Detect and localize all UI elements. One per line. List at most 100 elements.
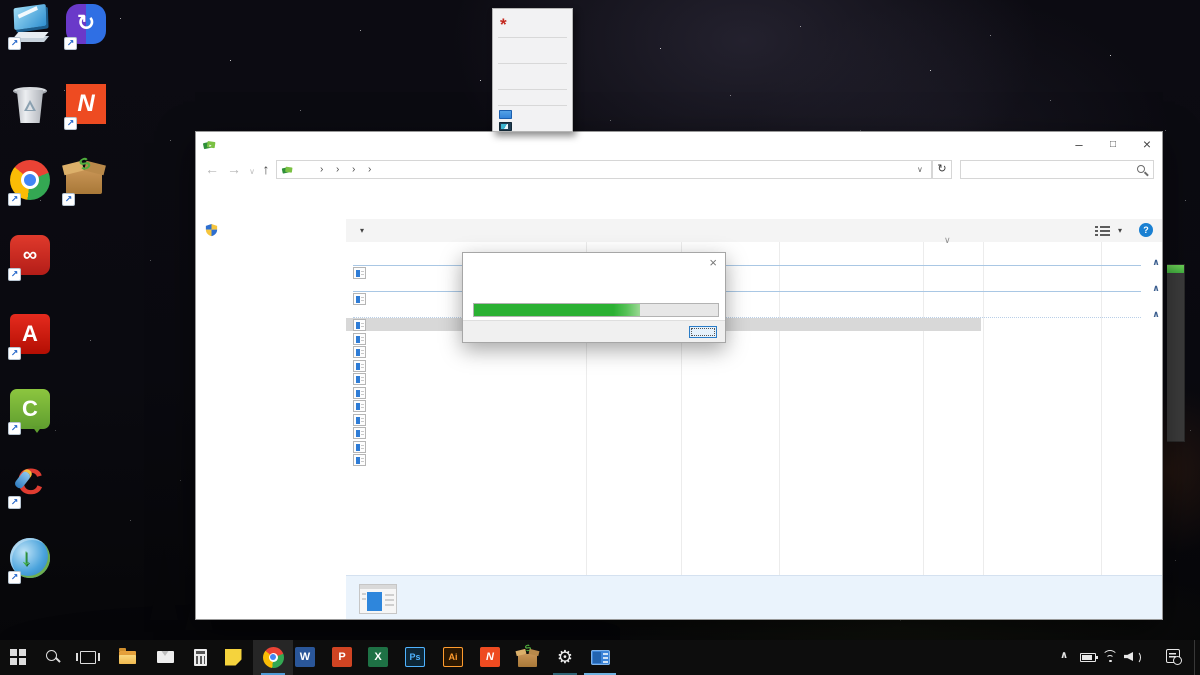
program-list-row[interactable] [353, 427, 366, 439]
up-button[interactable]: ↑ [256, 159, 276, 179]
program-list-row[interactable] [353, 441, 366, 453]
taskbar-search-button[interactable] [39, 643, 67, 671]
desktop-icon-adobe-creative-cloud[interactable]: ∞ ↗ [8, 235, 54, 281]
breadcrumb-chevron[interactable]: › [336, 161, 339, 178]
shortcut-arrow-icon: ↗ [64, 117, 77, 130]
program-list-row[interactable] [353, 414, 366, 426]
desktop-icon-file-transfer-app[interactable]: ↻ ↗ [64, 4, 110, 50]
shortcut-arrow-icon: ↗ [8, 193, 21, 206]
context-menu-item[interactable] [493, 51, 572, 62]
photoshop-icon: Ps [405, 647, 425, 667]
group-collapse-chevron[interactable]: ∧ [1149, 257, 1163, 268]
desktop-icon-adobe-acrobat[interactable]: A ↗ [8, 314, 54, 360]
group-collapse-chevron[interactable]: ∧ [1149, 309, 1163, 320]
desktop-icon-camtasia[interactable]: C ↗ [8, 389, 54, 435]
command-menu-dropdown[interactable]: ▾ [360, 226, 364, 235]
taskbar-package-extractor[interactable]: S [513, 642, 541, 671]
dialog-close-button[interactable]: × [709, 255, 717, 270]
help-button[interactable]: ? [1139, 223, 1153, 237]
taskbar-sticky-notes[interactable] [219, 643, 247, 671]
volume-icon[interactable] [1124, 650, 1141, 664]
breadcrumb-chevron[interactable]: › [368, 161, 371, 178]
show-desktop-button[interactable] [1194, 640, 1195, 675]
refresh-button[interactable]: ↻ [932, 160, 952, 179]
close-button[interactable]: × [1130, 132, 1164, 158]
taskbar-calculator[interactable] [186, 643, 214, 671]
desktop-icon-ccleaner[interactable]: C ↗ [8, 463, 54, 509]
program-list-row[interactable] [353, 346, 366, 358]
calculator-icon [193, 648, 207, 666]
notification-badge [1173, 656, 1182, 665]
taskbar-mail[interactable] [151, 643, 179, 671]
address-dropdown[interactable]: ∨ [917, 161, 923, 178]
minimize-button[interactable]: – [1062, 132, 1096, 158]
taskbar-chrome[interactable] [259, 643, 287, 671]
search-icon [1137, 165, 1145, 173]
maximize-button[interactable]: □ [1096, 132, 1130, 158]
command-bar: ▾ ▾ ? [346, 219, 1162, 242]
taskbar-illustrator[interactable]: Ai [439, 643, 467, 671]
group-collapse-chevron[interactable]: ∧ [1149, 283, 1163, 294]
context-menu-item[interactable]: * [493, 13, 572, 34]
download-arrow-icon: ↓ [20, 544, 32, 571]
program-list-row-selected[interactable] [353, 319, 366, 331]
forward-button[interactable]: → [224, 159, 244, 179]
selected-program-icon [359, 584, 397, 614]
action-center-icon[interactable] [1166, 649, 1182, 665]
breadcrumb-chevron[interactable]: › [352, 161, 355, 178]
task-view-button[interactable] [74, 643, 102, 671]
wifi-dot [1109, 659, 1112, 662]
back-button[interactable]: ← [202, 159, 222, 179]
program-list-row[interactable] [353, 387, 366, 399]
shortcut-arrow-icon: ↗ [8, 496, 21, 509]
program-list-row[interactable] [353, 400, 366, 412]
context-menu-item[interactable] [493, 93, 572, 104]
menu-separator [498, 89, 567, 90]
menu-separator [498, 105, 567, 106]
desktop-icon-package-extractor[interactable]: S ↗ [62, 155, 108, 206]
display-settings-icon [499, 110, 512, 119]
sort-indicator[interactable]: ∨ [944, 235, 951, 246]
start-button[interactable] [4, 643, 32, 671]
windows-logo-icon [10, 649, 26, 665]
taskbar-photoshop[interactable]: Ps [401, 643, 429, 671]
menu-separator [498, 63, 567, 64]
uninstall-progress-dialog: × [462, 252, 726, 343]
shortcut-arrow-icon: ↗ [8, 268, 21, 281]
folder-icon [118, 647, 136, 664]
taskbar-settings[interactable]: ⚙ [551, 643, 579, 671]
program-list-row[interactable] [353, 333, 366, 345]
tray-expand-chevron[interactable]: ∧ [1060, 650, 1068, 661]
dialog-action-button[interactable] [689, 326, 717, 338]
desktop-icon-pc-display-app[interactable]: ↗ [8, 3, 54, 50]
change-view-icon[interactable] [1095, 225, 1110, 237]
box-icon: S [517, 642, 537, 667]
program-list-row[interactable] [353, 454, 366, 466]
desktop-icon-nitro-pdf[interactable]: N ↗ [64, 84, 110, 130]
breadcrumb-chevron[interactable]: › [320, 161, 323, 178]
taskbar-word[interactable]: W [291, 643, 319, 671]
desktop-icon-recycle-bin[interactable] [10, 86, 54, 130]
program-list-row[interactable] [353, 293, 366, 305]
address-bar[interactable]: › › › › ∨ [276, 160, 932, 179]
taskbar-programs-window[interactable] [586, 643, 614, 671]
uac-shield-icon[interactable] [204, 223, 219, 238]
word-icon: W [295, 647, 315, 667]
program-list-row[interactable] [353, 267, 366, 279]
view-dropdown[interactable]: ▾ [1118, 226, 1122, 235]
taskbar-powerpoint[interactable]: P [328, 643, 356, 671]
shortcut-arrow-icon: ↗ [62, 193, 75, 206]
battery-icon[interactable] [1080, 653, 1098, 662]
context-menu-item[interactable] [493, 77, 572, 88]
hidden-background-window[interactable] [1167, 264, 1185, 442]
wifi-icon[interactable] [1102, 650, 1118, 663]
desktop-icon-google-chrome[interactable]: ↗ [8, 160, 54, 206]
taskbar-excel[interactable]: X [364, 643, 392, 671]
taskbar-nitro-pdf[interactable]: N [476, 643, 504, 671]
titlebar[interactable]: – □ × [196, 132, 1162, 158]
taskbar-file-explorer[interactable] [113, 643, 141, 671]
program-list-row[interactable] [353, 373, 366, 385]
desktop-icon-idm[interactable]: ↓ ↗ [8, 538, 54, 584]
program-list-row[interactable] [353, 360, 366, 372]
search-input[interactable] [960, 160, 1154, 179]
